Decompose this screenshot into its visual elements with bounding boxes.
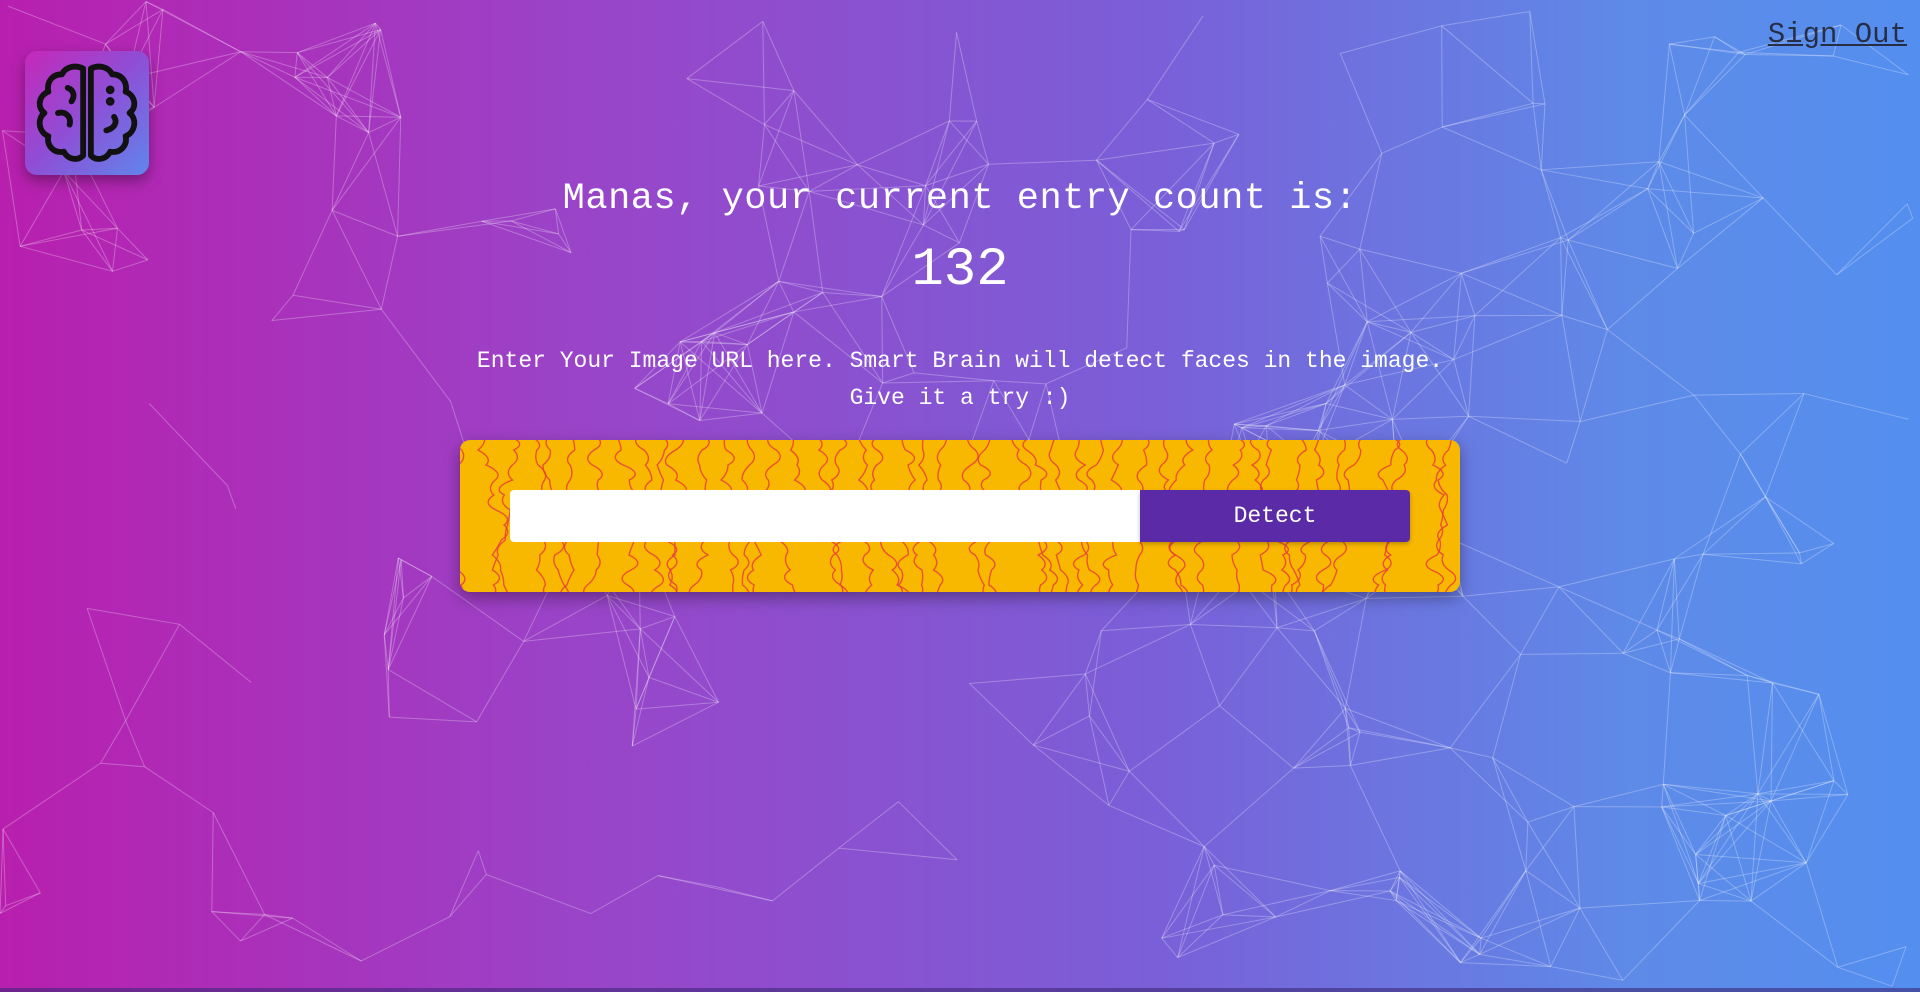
bottom-edge [0, 988, 1920, 992]
sign-out-link[interactable]: Sign Out [1768, 18, 1907, 51]
entry-count-value: 132 [911, 240, 1009, 301]
instructions-line-2: Give it a try :) [849, 385, 1071, 411]
brain-icon [36, 63, 138, 162]
entry-count-heading: Manas, your current entry count is: [562, 178, 1358, 220]
instructions-line-1: Enter Your Image URL here. Smart Brain w… [476, 348, 1444, 374]
image-url-input[interactable] [510, 490, 1140, 542]
detect-button[interactable]: Detect [1140, 490, 1410, 542]
logo[interactable] [25, 51, 149, 175]
instructions-text: Enter Your Image URL here. Smart Brain w… [0, 343, 1920, 417]
image-link-form: Detect [460, 440, 1460, 592]
